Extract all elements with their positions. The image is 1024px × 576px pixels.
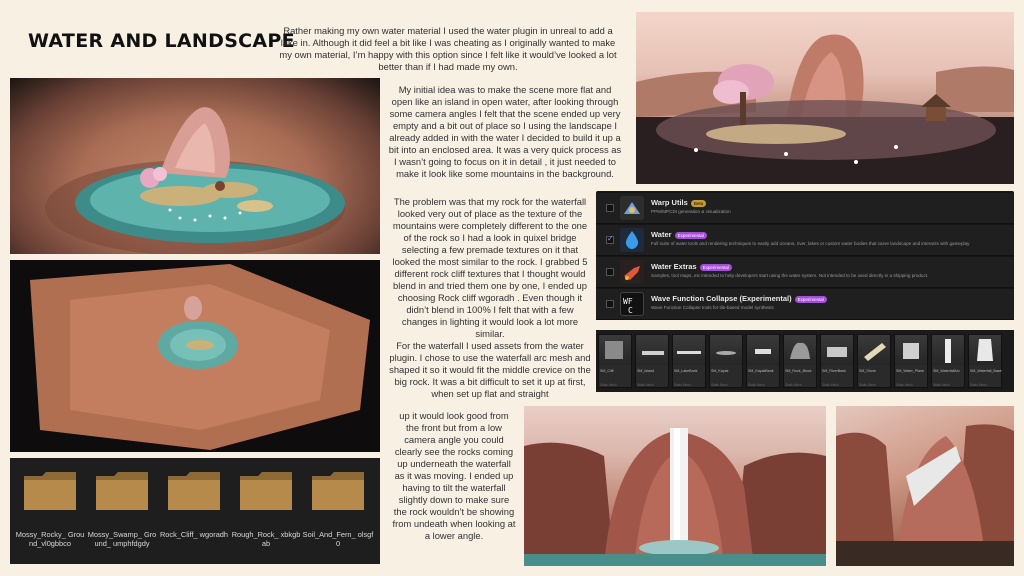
asset-tile[interactable]: SM_WaterfallArc Static Mesh — [931, 334, 965, 388]
folder-label: Rock_Cliff_ wgoradh — [159, 530, 229, 539]
plugin-description: Samples, tool maps, etc intended to help… — [651, 273, 929, 278]
folder-item[interactable]: Soil_And_Fern_ olsgf0 — [303, 466, 373, 558]
page-title: WATER AND LANDSCAPE — [28, 30, 295, 52]
folder-label: Rough_Rock_ xbkgbab — [231, 530, 301, 548]
scene-waterfall-side-graphic — [836, 424, 1014, 566]
asset-tile[interactable]: SM_Water_Plane Static Mesh — [894, 334, 928, 388]
plugin-description: Full suite of water tools and rendering … — [651, 241, 970, 246]
paragraph-waterfall-tilt: up it would look good from the front but… — [392, 410, 516, 541]
folder-item[interactable]: Rock_Cliff_ wgoradh — [160, 466, 228, 558]
plugin-badge: Experimental — [674, 231, 707, 239]
texture-folder-panel: Mossy_Rocky_ Ground_vl0gbbco Mossy_Swamp… — [10, 458, 380, 564]
plugin-list-panel: Warp Utils Beta PPM/MPCDI generation & vi… — [596, 191, 1014, 320]
folder-label: Mossy_Swamp_ Ground_ umphfdgdy — [87, 530, 157, 548]
plugin-row-water-extras[interactable]: Water Extras Experimental Samples, tool m… — [596, 257, 1014, 288]
plugin-name: Wave Function Collapse (Experimental) Exp… — [651, 294, 827, 303]
paragraph-rock-texture: The problem was that my rock for the wat… — [392, 196, 588, 339]
plugin-badge: Experimental — [794, 295, 827, 303]
paragraph-landscape: My initial idea was to make the scene mo… — [388, 84, 622, 179]
plugin-row-warp-utils[interactable]: Warp Utils Beta PPM/MPCDI generation & vi… — [596, 193, 1014, 224]
asset-tile[interactable]: SM_Waterfall_Base Static Mesh — [968, 334, 1002, 388]
plugin-description: PPM/MPCDI generation & visualization — [651, 209, 731, 214]
asset-tile[interactable]: SM_Kayak Static Mesh — [709, 334, 743, 388]
plugin-enable-checkbox[interactable] — [606, 234, 614, 244]
scene-landscape-graphic — [30, 264, 370, 450]
scene-waterfall-front-graphic — [524, 428, 826, 566]
asset-tile[interactable]: SM_RiverBank Static Mesh — [820, 334, 854, 388]
plugin-badge: Experimental — [699, 263, 732, 271]
plugin-name: Water Extras Experimental — [651, 262, 732, 271]
plugin-enable-checkbox[interactable] — [606, 204, 614, 212]
plugin-badge: Beta — [690, 199, 707, 207]
paragraph-intro: Rather making my own water material I us… — [279, 25, 617, 72]
plugin-description: Wave Function Collapse tools for tile-ba… — [651, 305, 774, 310]
folder-icon — [24, 472, 76, 510]
scene-lake-pagoda-image — [636, 12, 1014, 184]
svg-text:WF: WF — [623, 297, 633, 306]
water-extras-icon — [620, 260, 644, 284]
folder-label: Mossy_Rocky_ Ground_vl0gbbco — [15, 530, 85, 548]
folder-item[interactable]: Mossy_Rocky_ Ground_vl0gbbco — [16, 466, 84, 558]
plugin-row-water[interactable]: WaterExperimental Full suite of water to… — [596, 225, 1014, 256]
plugin-row-wave-function-collapse[interactable]: WF C Wave Function Collapse (Experimental… — [596, 289, 1014, 320]
asset-tile[interactable]: SM_Island Static Mesh — [635, 334, 669, 388]
folder-icon — [168, 472, 220, 510]
scene-island-graphic — [45, 107, 345, 254]
folder-label: Soil_And_Fern_ olsgf0 — [302, 530, 374, 548]
scene-waterfall-front-image — [524, 406, 826, 566]
plugin-enable-checkbox[interactable] — [606, 268, 614, 276]
plugin-name: Water Experimental — [651, 230, 707, 239]
asset-tile[interactable]: SM_LakeBank Static Mesh — [672, 334, 706, 388]
folder-item[interactable]: Mossy_Swamp_ Ground_ umphfdgdy — [88, 466, 156, 558]
svg-text:C: C — [628, 306, 633, 315]
folder-icon — [312, 472, 364, 510]
folder-item[interactable]: Rough_Rock_ xbkgbab — [232, 466, 300, 558]
water-drop-icon — [620, 228, 644, 252]
paragraph-waterfall: For the waterfall I used assets from the… — [389, 340, 591, 399]
asset-tile[interactable]: SM_Rock_Block Static Mesh — [783, 334, 817, 388]
plugin-enable-checkbox[interactable] — [606, 300, 614, 308]
asset-tile[interactable]: SM_KayakBank Static Mesh — [746, 334, 780, 388]
plugin-name: Warp Utils Beta — [651, 198, 707, 207]
asset-tile[interactable]: SM_Cliff Static Mesh — [598, 334, 632, 388]
folder-icon — [96, 472, 148, 510]
scene-waterfall-side-image — [836, 406, 1014, 566]
wave-function-collapse-icon: WF C — [620, 292, 644, 316]
folder-icon — [240, 472, 292, 510]
scene-lake-pagoda-graphic — [636, 34, 1014, 184]
asset-tile[interactable]: SM_Shore Static Mesh — [857, 334, 891, 388]
warp-utils-icon — [620, 196, 644, 220]
asset-browser-panel: SM_Cliff Static Mesh SM_Island Static Mesh… — [596, 330, 1014, 392]
scene-island-overview-image — [10, 78, 380, 254]
scene-landscape-top-view-image — [10, 260, 380, 452]
